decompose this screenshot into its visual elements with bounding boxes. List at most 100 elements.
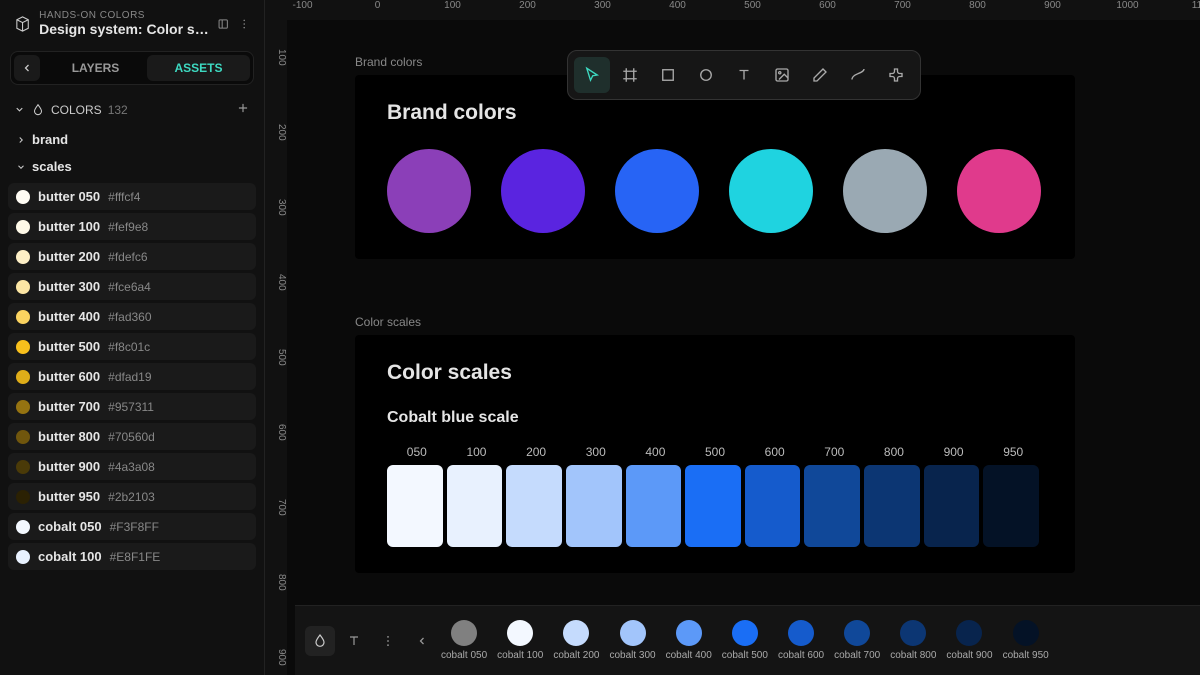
- swatch-item[interactable]: butter 050#fffcf4: [8, 183, 256, 210]
- bar-swatch[interactable]: cobalt 600: [778, 620, 824, 661]
- bar-swatch[interactable]: cobalt 900: [946, 620, 992, 661]
- bar-swatch[interactable]: cobalt 950: [1003, 620, 1049, 661]
- scale-tile[interactable]: [506, 465, 562, 547]
- bar-swatch[interactable]: cobalt 050: [441, 620, 487, 661]
- swatch-item[interactable]: butter 100#fef9e8: [8, 213, 256, 240]
- swatch-hex: #F3F8FF: [110, 520, 159, 534]
- panel-name: COLORS: [51, 103, 102, 117]
- swatch-dot: [16, 370, 30, 384]
- swatch-item[interactable]: butter 800#70560d: [8, 423, 256, 450]
- tool-plugin[interactable]: [878, 57, 914, 93]
- swatch-prev[interactable]: [407, 626, 437, 656]
- bar-swatch[interactable]: cobalt 500: [722, 620, 768, 661]
- swatch-item[interactable]: butter 200#fdefc6: [8, 243, 256, 270]
- swatch-dot: [16, 490, 30, 504]
- scale-step-label: 800: [864, 445, 924, 459]
- group-scales[interactable]: scales: [8, 153, 256, 180]
- swatch-hex: #fad360: [108, 310, 151, 324]
- bar-swatch[interactable]: cobalt 400: [666, 620, 712, 661]
- swatch-name: cobalt 050: [38, 519, 102, 534]
- bar-swatch-label: cobalt 400: [666, 650, 712, 661]
- add-button[interactable]: [236, 101, 250, 118]
- swatch-hex: #fffcf4: [108, 190, 140, 204]
- scale-subtitle: Cobalt blue scale: [387, 409, 1043, 427]
- brand-swatch[interactable]: [501, 149, 585, 233]
- scale-tile[interactable]: [745, 465, 801, 547]
- swatch-dot: [16, 430, 30, 444]
- scale-step-label: 050: [387, 445, 447, 459]
- swatch-item[interactable]: butter 500#f8c01c: [8, 333, 256, 360]
- toolbar: [567, 50, 921, 100]
- tool-select[interactable]: [574, 57, 610, 93]
- breadcrumb[interactable]: HANDS-ON COLORS: [39, 10, 209, 21]
- swatch-hex: #fef9e8: [108, 220, 148, 234]
- scale-tile[interactable]: [387, 465, 443, 547]
- tool-curve[interactable]: [840, 57, 876, 93]
- swatch-item[interactable]: butter 700#957311: [8, 393, 256, 420]
- brand-swatch[interactable]: [615, 149, 699, 233]
- scale-tile[interactable]: [447, 465, 503, 547]
- tool-image[interactable]: [764, 57, 800, 93]
- tool-pen[interactable]: [802, 57, 838, 93]
- bar-swatch-dot: [788, 620, 814, 646]
- sidebar-tabs: LAYERS ASSETS: [10, 51, 254, 85]
- swatch-item[interactable]: butter 300#fce6a4: [8, 273, 256, 300]
- swatch-mode-text[interactable]: [339, 626, 369, 656]
- tool-text[interactable]: [726, 57, 762, 93]
- bar-swatch[interactable]: cobalt 100: [497, 620, 543, 661]
- swatch-item[interactable]: butter 950 #2b2103: [8, 483, 256, 510]
- canvas[interactable]: Brand colors Brand colors Color scales C…: [287, 20, 1200, 675]
- panel-header[interactable]: COLORS 132: [0, 93, 264, 126]
- bar-swatch-dot: [676, 620, 702, 646]
- scale-tile[interactable]: [685, 465, 741, 547]
- tab-assets[interactable]: ASSETS: [147, 55, 250, 81]
- bar-swatch-label: cobalt 050: [441, 650, 487, 661]
- ruler-horizontal: -100010020030040050060070080090010001100…: [265, 0, 1200, 20]
- swatch-item[interactable]: butter 900#4a3a08: [8, 453, 256, 480]
- panel-icon[interactable]: [217, 16, 229, 32]
- swatch-dot: [16, 520, 30, 534]
- tool-rect[interactable]: [650, 57, 686, 93]
- bar-swatch[interactable]: cobalt 700: [834, 620, 880, 661]
- more-icon[interactable]: [238, 16, 250, 32]
- brand-swatch[interactable]: [957, 149, 1041, 233]
- swatch-hex: #2b2103: [108, 490, 155, 504]
- swatch-dot: [16, 220, 30, 234]
- scale-tile[interactable]: [566, 465, 622, 547]
- scale-tile[interactable]: [924, 465, 980, 547]
- bar-swatch[interactable]: cobalt 200: [553, 620, 599, 661]
- bar-swatch-label: cobalt 800: [890, 650, 936, 661]
- bar-swatch-dot: [732, 620, 758, 646]
- scale-tile[interactable]: [804, 465, 860, 547]
- frame-title: Brand colors: [387, 101, 1043, 125]
- swatch-mode-color[interactable]: [305, 626, 335, 656]
- tool-ellipse[interactable]: [688, 57, 724, 93]
- brand-swatch[interactable]: [843, 149, 927, 233]
- swatch-item[interactable]: cobalt 050 #F3F8FF: [8, 513, 256, 540]
- frame-label: Color scales: [355, 315, 1075, 329]
- brand-swatch[interactable]: [387, 149, 471, 233]
- chevron-down-icon: [14, 104, 25, 115]
- frame-color-scales[interactable]: Color scales Color scales Cobalt blue sc…: [355, 315, 1075, 573]
- sidebar: HANDS-ON COLORS Design system: Color sca…: [0, 0, 265, 675]
- tool-frame[interactable]: [612, 57, 648, 93]
- bar-swatch[interactable]: cobalt 800: [890, 620, 936, 661]
- scale-tile[interactable]: [626, 465, 682, 547]
- swatch-more[interactable]: [373, 626, 403, 656]
- bar-swatch-label: cobalt 100: [497, 650, 543, 661]
- brand-swatch[interactable]: [729, 149, 813, 233]
- group-brand[interactable]: brand: [8, 126, 256, 153]
- swatch-item[interactable]: butter 600#dfad19: [8, 363, 256, 390]
- ruler-vertical: 10020030040050060070080090010001100: [265, 20, 287, 675]
- swatch-name: butter 950: [38, 489, 100, 504]
- swatch-item[interactable]: cobalt 100#E8F1FE: [8, 543, 256, 570]
- swatch-item[interactable]: butter 400#fad360: [8, 303, 256, 330]
- scale-tile[interactable]: [864, 465, 920, 547]
- swatch-name: butter 300: [38, 279, 100, 294]
- swatch-hex: #70560d: [108, 430, 155, 444]
- scale-tile[interactable]: [983, 465, 1039, 547]
- back-button[interactable]: [14, 55, 40, 81]
- bar-swatch[interactable]: cobalt 300: [609, 620, 655, 661]
- swatch-dot: [16, 250, 30, 264]
- tab-layers[interactable]: LAYERS: [44, 55, 147, 81]
